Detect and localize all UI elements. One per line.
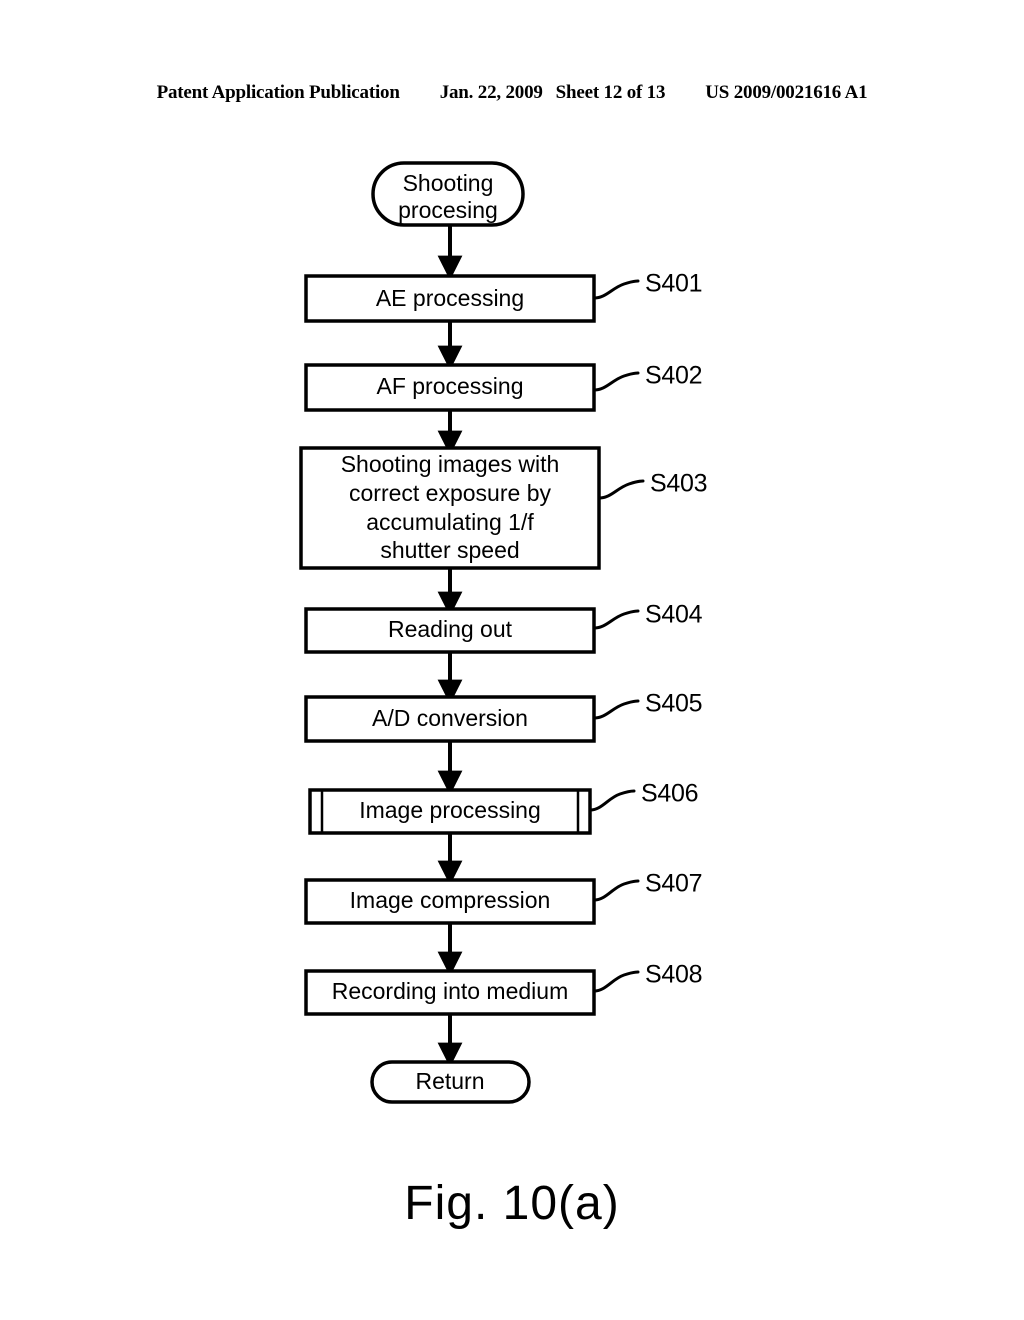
flow-node-s401: AE processing: [304, 274, 596, 323]
step-id-s402: S402: [645, 362, 702, 390]
flow-node-s403: Shooting images with correct exposure by…: [299, 446, 601, 570]
s403-label-line3: accumulating 1/f: [366, 509, 534, 535]
step-id-s406: S406: [641, 780, 698, 808]
step-id-s405: S405: [645, 690, 702, 718]
step-id-s407: S407: [645, 870, 702, 898]
step-id-s404: S404: [645, 601, 703, 629]
s407-label: Image compression: [350, 887, 551, 913]
s402-label: AF processing: [376, 373, 523, 399]
leader-line-s408: [592, 970, 640, 993]
s404-label: Reading out: [388, 616, 513, 642]
step-id-s403: S403: [650, 470, 707, 498]
start-node-label-line2: procesing: [398, 197, 498, 223]
s406-label: Image processing: [359, 797, 541, 823]
start-node-label-line1: Shooting: [403, 170, 494, 196]
leader-line-s406: [588, 789, 636, 812]
flow-node-return: Return: [370, 1060, 531, 1104]
flow-node-s405: A/D conversion: [304, 695, 596, 743]
flow-node-s406: Image processing: [308, 788, 592, 835]
step-id-s401: S401: [645, 270, 702, 298]
s403-label-line1: Shooting images with: [341, 451, 560, 477]
s401-label: AE processing: [376, 285, 524, 311]
flow-node-s408: Recording into medium: [304, 969, 596, 1016]
leader-line-s403: [597, 479, 645, 500]
leader-line-s404: [592, 609, 640, 630]
leader-line-s405: [592, 699, 640, 720]
figure-caption: Fig. 10(a): [404, 1177, 620, 1230]
s408-label: Recording into medium: [332, 978, 569, 1004]
flow-node-s402: AF processing: [304, 363, 596, 412]
s403-label-line2: correct exposure by: [349, 480, 551, 506]
s403-label-line4: shutter speed: [380, 537, 519, 563]
return-node-label: Return: [415, 1068, 484, 1094]
flow-node-s407: Image compression: [304, 878, 596, 925]
flow-node-start: Shooting procesing: [371, 161, 525, 227]
s405-label: A/D conversion: [372, 705, 528, 731]
flow-node-s404: Reading out: [304, 607, 596, 654]
patent-figure: Shooting procesing AE processing S401 AF…: [0, 0, 1024, 1320]
leader-line-s407: [592, 879, 640, 902]
step-id-s408: S408: [645, 961, 702, 989]
flowchart-diagram: Shooting procesing AE processing S401 AF…: [299, 161, 707, 1104]
leader-line-s402: [592, 371, 640, 392]
leader-line-s401: [592, 279, 640, 300]
